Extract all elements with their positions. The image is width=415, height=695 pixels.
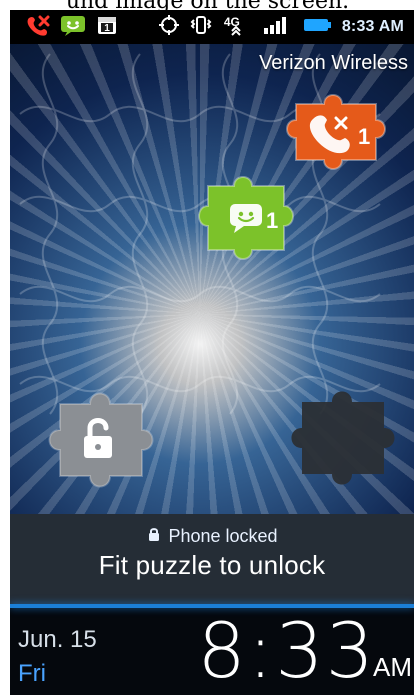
lock-status-bar: Phone locked Fit puzzle to unlock	[10, 514, 414, 604]
phone-locked-row: Phone locked	[10, 524, 414, 548]
missed-call-icon	[24, 14, 50, 40]
clock-time: 8:33	[197, 606, 376, 695]
missed-calls-count: 1	[358, 124, 370, 149]
clock-area: Jun. 15 Fri 8:33 AM	[10, 606, 414, 695]
status-left-icons: 1	[24, 15, 118, 39]
accent-divider	[10, 604, 414, 608]
missed-calls-piece[interactable]: 1	[280, 86, 410, 180]
svg-text:1: 1	[104, 23, 110, 34]
signal-strength-icon	[262, 14, 292, 40]
messages-piece[interactable]: 1	[190, 170, 320, 269]
carrier-name: Verizon Wireless	[259, 52, 408, 74]
vibrate-icon	[190, 14, 212, 40]
phone-screen: 1 4G 8:33 AM Verizon Wireless 1 1 Phone …	[10, 10, 414, 695]
date-text: Jun. 15	[18, 626, 97, 653]
status-time: 8:33 AM	[341, 18, 404, 35]
message-icon	[60, 14, 86, 40]
battery-icon	[302, 14, 332, 40]
clock-ampm: AM	[373, 652, 412, 682]
status-right-icons: 4G 8:33 AM	[158, 14, 404, 40]
phone-locked-text: Phone locked	[168, 525, 278, 546]
unlock-piece[interactable]	[38, 384, 173, 498]
network-4g-indicator: 4G	[222, 15, 252, 39]
puzzle-target-slot	[280, 382, 410, 496]
status-bar: 1 4G 8:33 AM	[10, 10, 414, 44]
screen: und image on the screen. 1 4G 8:33 AM Ve…	[0, 0, 415, 695]
messages-count: 1	[266, 208, 278, 233]
lockscreen-wallpaper: Verizon Wireless 1 1	[10, 44, 414, 514]
lock-icon	[146, 526, 162, 546]
day-text: Fri	[18, 660, 46, 687]
gps-icon	[158, 14, 180, 40]
calendar-icon: 1	[96, 14, 118, 40]
unlock-instruction: Fit puzzle to unlock	[98, 550, 326, 580]
